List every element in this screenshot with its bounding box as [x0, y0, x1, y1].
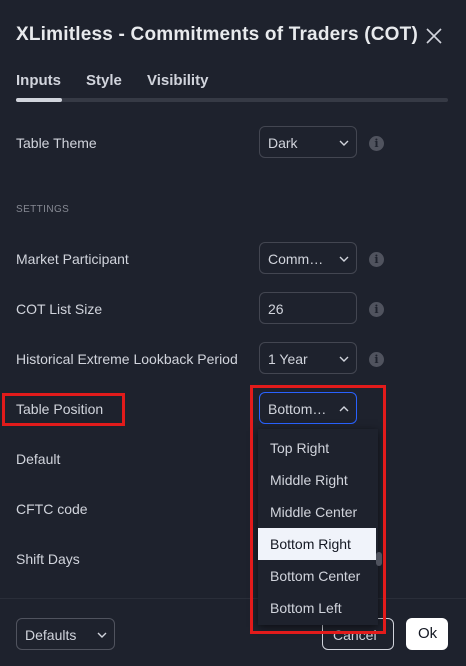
tab-inputs[interactable]: Inputs — [16, 72, 61, 89]
cot-list-size-value: 26 — [268, 301, 284, 317]
tab-style[interactable]: Style — [86, 72, 122, 89]
cot-list-size-label: COT List Size — [16, 301, 103, 317]
info-icon[interactable]: i — [369, 302, 384, 317]
chevron-down-icon — [339, 356, 349, 362]
cot-list-size-input[interactable]: 26 — [259, 292, 357, 324]
table-position-dropdown: Top Right Middle Right Middle Center Bot… — [258, 429, 378, 625]
dropdown-option-bottom-center[interactable]: Bottom Center — [258, 560, 376, 592]
ok-label: Ok — [418, 625, 438, 642]
defaults-label: Defaults — [25, 627, 77, 643]
tab-visibility[interactable]: Visibility — [147, 72, 208, 89]
table-theme-label: Table Theme — [16, 135, 97, 151]
dropdown-option-middle-right[interactable]: Middle Right — [258, 464, 376, 496]
dropdown-option-bottom-right[interactable]: Bottom Right — [258, 528, 376, 560]
market-participant-value: Commercials — [268, 251, 330, 267]
table-theme-select[interactable]: Dark — [259, 126, 357, 158]
indicator-settings-dialog: XLimitless - Commitments of Traders (COT… — [0, 0, 466, 666]
table-theme-value: Dark — [268, 135, 298, 151]
defaults-dropdown-button[interactable]: Defaults — [16, 618, 115, 650]
table-position-value: Bottom Right — [268, 401, 330, 417]
market-participant-select[interactable]: Commercials — [259, 242, 357, 274]
chevron-up-icon — [339, 406, 349, 412]
table-position-label: Table Position — [16, 401, 104, 417]
dialog-title: XLimitless - Commitments of Traders (COT… — [16, 24, 418, 45]
dropdown-scrollbar[interactable] — [376, 552, 382, 566]
chevron-down-icon — [339, 256, 349, 262]
close-icon[interactable] — [422, 24, 446, 48]
historical-period-value: 1 Year — [268, 351, 308, 367]
tab-track — [16, 98, 448, 102]
chevron-down-icon — [339, 140, 349, 146]
historical-period-select[interactable]: 1 Year — [259, 342, 357, 374]
historical-period-label: Historical Extreme Lookback Period — [16, 351, 238, 367]
info-icon[interactable]: i — [369, 136, 384, 151]
dropdown-option-middle-center[interactable]: Middle Center — [258, 496, 376, 528]
ok-button[interactable]: Ok — [406, 618, 448, 650]
tab-active-indicator — [16, 98, 62, 102]
section-settings-header: SETTINGS — [16, 204, 70, 215]
shift-days-label: Shift Days — [16, 551, 80, 567]
cftc-code-label: CFTC code — [16, 501, 88, 517]
default-label: Default — [16, 451, 61, 467]
footer-divider — [0, 598, 466, 599]
dropdown-option-bottom-left[interactable]: Bottom Left — [258, 592, 376, 624]
info-icon[interactable]: i — [369, 352, 384, 367]
info-icon[interactable]: i — [369, 252, 384, 267]
chevron-down-icon — [97, 632, 107, 638]
cancel-label: Cancel — [333, 627, 377, 643]
dropdown-option-top-right[interactable]: Top Right — [258, 432, 376, 464]
market-participant-label: Market Participant — [16, 251, 129, 267]
table-position-select[interactable]: Bottom Right — [259, 392, 357, 424]
